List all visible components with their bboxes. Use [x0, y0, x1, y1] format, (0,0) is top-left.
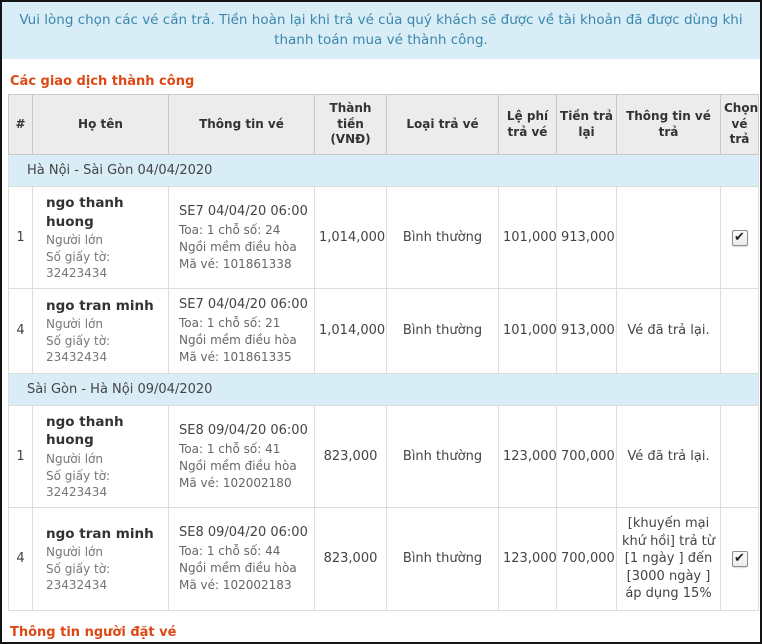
- passenger-document: Số giấy tờ: 23432434: [46, 333, 164, 365]
- ticket-coach-seat: Toa: 1 chỗ số: 24: [179, 222, 310, 238]
- col-header-fee: Lệ phí trả vé: [499, 95, 557, 155]
- ticket-code: Mã vé: 102002180: [179, 475, 310, 491]
- refund-amount: 913,000: [557, 289, 617, 373]
- refund-type: Bình thường: [387, 289, 499, 373]
- passenger-type: Người lớn: [46, 451, 164, 467]
- passenger-document: Số giấy tờ: 23432434: [46, 561, 164, 593]
- ticket-seat-class: Ngồi mềm điều hòa: [179, 560, 310, 576]
- refund-type: Bình thường: [387, 406, 499, 508]
- select-ticket-checkbox[interactable]: ✔: [732, 551, 748, 567]
- col-header-name: Họ tên: [33, 95, 169, 155]
- passenger-cell: ngo thanh huong Người lớn Số giấy tờ: 32…: [33, 187, 169, 289]
- table-row: 1 ngo thanh huong Người lớn Số giấy tờ: …: [9, 187, 759, 289]
- select-cell: [721, 406, 759, 508]
- transactions-heading: Các giao dịch thành công: [10, 74, 760, 89]
- transactions-table: # Họ tên Thông tin vé Thành tiền (VNĐ) L…: [8, 94, 759, 611]
- refund-info: Vé đã trả lại.: [617, 289, 721, 373]
- ticket-coach-seat: Toa: 1 chỗ số: 44: [179, 543, 310, 559]
- refund-amount: 700,000: [557, 406, 617, 508]
- passenger-name: ngo thanh huong: [46, 194, 164, 230]
- ticket-code: Mã vé: 102002183: [179, 577, 310, 593]
- select-cell: ✔: [721, 187, 759, 289]
- col-header-refund-info: Thông tin vé trả: [617, 95, 721, 155]
- table-header-row: # Họ tên Thông tin vé Thành tiền (VNĐ) L…: [9, 95, 759, 155]
- total-amount: 1,014,000: [315, 289, 387, 373]
- total-amount: 823,000: [315, 508, 387, 611]
- refund-type: Bình thường: [387, 187, 499, 289]
- table-row: 4 ngo tran minh Người lớn Số giấy tờ: 23…: [9, 289, 759, 373]
- refund-amount: 700,000: [557, 508, 617, 611]
- ticket-train: SE8 09/04/20 06:00: [179, 422, 310, 440]
- select-ticket-checkbox[interactable]: ✔: [732, 230, 748, 246]
- ticket-coach-seat: Toa: 1 chỗ số: 21: [179, 315, 310, 331]
- refund-info: Vé đã trả lại.: [617, 406, 721, 508]
- refund-info: [617, 187, 721, 289]
- row-index: 4: [9, 508, 33, 611]
- ticket-train: SE7 04/04/20 06:00: [179, 296, 310, 314]
- row-index: 1: [9, 187, 33, 289]
- refund-page: Vui lòng chọn các vé cần trả. Tiền hoàn …: [0, 0, 762, 644]
- col-header-refund-type: Loại trả vé: [387, 95, 499, 155]
- section-title: Sài Gòn - Hà Nội 09/04/2020: [9, 373, 759, 406]
- passenger-type: Người lớn: [46, 316, 164, 332]
- col-header-ticket-info: Thông tin vé: [169, 95, 315, 155]
- passenger-cell: ngo tran minh Người lớn Số giấy tờ: 2343…: [33, 289, 169, 373]
- ticket-code: Mã vé: 101861338: [179, 256, 310, 272]
- ticket-code: Mã vé: 101861335: [179, 349, 310, 365]
- total-amount: 823,000: [315, 406, 387, 508]
- section-header-row: Hà Nội - Sài Gòn 04/04/2020: [9, 154, 759, 187]
- passenger-cell: ngo tran minh Người lớn Số giấy tờ: 2343…: [33, 508, 169, 611]
- info-banner: Vui lòng chọn các vé cần trả. Tiền hoàn …: [2, 2, 760, 59]
- refund-type: Bình thường: [387, 508, 499, 611]
- passenger-name: ngo thanh huong: [46, 413, 164, 449]
- passenger-document: Số giấy tờ: 32423434: [46, 249, 164, 281]
- refund-amount: 913,000: [557, 187, 617, 289]
- select-cell: ✔: [721, 508, 759, 611]
- table-row: 1 ngo thanh huong Người lớn Số giấy tờ: …: [9, 406, 759, 508]
- passenger-type: Người lớn: [46, 232, 164, 248]
- refund-fee: 123,000: [499, 406, 557, 508]
- passenger-document: Số giấy tờ: 32423434: [46, 468, 164, 500]
- col-header-refund-amount: Tiền trả lại: [557, 95, 617, 155]
- col-header-total: Thành tiền (VNĐ): [315, 95, 387, 155]
- section-title: Hà Nội - Sài Gòn 04/04/2020: [9, 154, 759, 187]
- ticket-info-cell: SE7 04/04/20 06:00 Toa: 1 chỗ số: 21 Ngồ…: [169, 289, 315, 373]
- row-index: 1: [9, 406, 33, 508]
- ticket-info-cell: SE7 04/04/20 06:00 Toa: 1 chỗ số: 24 Ngồ…: [169, 187, 315, 289]
- refund-fee: 101,000: [499, 187, 557, 289]
- ticket-coach-seat: Toa: 1 chỗ số: 41: [179, 441, 310, 457]
- ticket-info-cell: SE8 09/04/20 06:00 Toa: 1 chỗ số: 41 Ngồ…: [169, 406, 315, 508]
- row-index: 4: [9, 289, 33, 373]
- select-cell: [721, 289, 759, 373]
- col-header-index: #: [9, 95, 33, 155]
- ticket-info-cell: SE8 09/04/20 06:00 Toa: 1 chỗ số: 44 Ngồ…: [169, 508, 315, 611]
- ticket-train: SE8 09/04/20 06:00: [179, 524, 310, 542]
- section-header-row: Sài Gòn - Hà Nội 09/04/2020: [9, 373, 759, 406]
- table-row: 4 ngo tran minh Người lớn Số giấy tờ: 23…: [9, 508, 759, 611]
- refund-fee: 101,000: [499, 289, 557, 373]
- ticket-seat-class: Ngồi mềm điều hòa: [179, 332, 310, 348]
- col-header-select: Chọn vé trả: [721, 95, 759, 155]
- refund-info: [khuyến mại khứ hồi] trả từ [1 ngày ] đế…: [617, 508, 721, 611]
- ticket-seat-class: Ngồi mềm điều hòa: [179, 458, 310, 474]
- ticket-seat-class: Ngồi mềm điều hòa: [179, 239, 310, 255]
- passenger-name: ngo tran minh: [46, 297, 164, 315]
- ticket-train: SE7 04/04/20 06:00: [179, 203, 310, 221]
- passenger-name: ngo tran minh: [46, 525, 164, 543]
- passenger-type: Người lớn: [46, 544, 164, 560]
- total-amount: 1,014,000: [315, 187, 387, 289]
- refund-fee: 123,000: [499, 508, 557, 611]
- passenger-cell: ngo thanh huong Người lớn Số giấy tờ: 32…: [33, 406, 169, 508]
- booker-heading: Thông tin người đặt vé: [10, 625, 760, 640]
